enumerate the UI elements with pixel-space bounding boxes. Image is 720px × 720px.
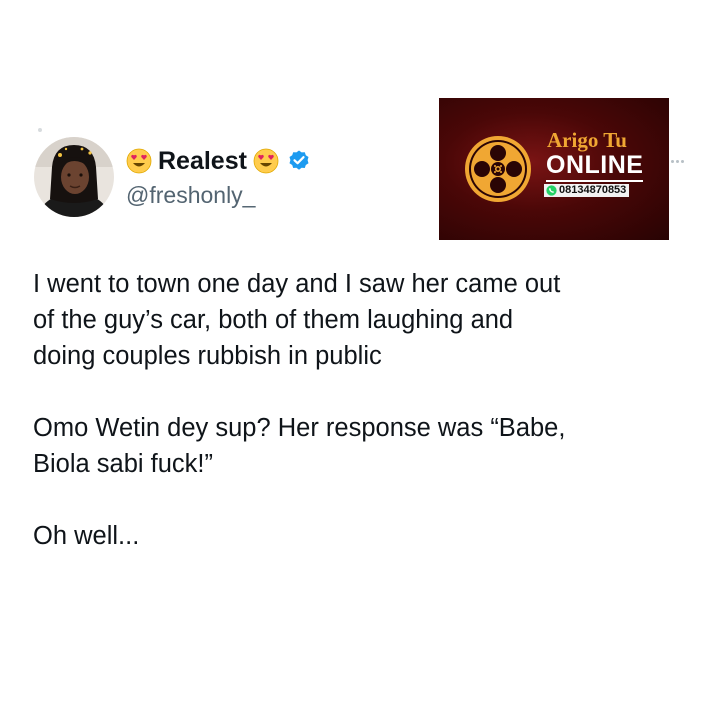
tweet-text: I went to town one day and I saw her cam… [33,266,693,590]
heart-eyes-emoji-icon [253,148,279,174]
more-options-dot [681,160,684,163]
user-handle[interactable]: @freshonly_ [126,182,255,209]
more-options-icon[interactable] [671,160,684,163]
ad-brand-name: Arigo Tu [547,128,627,152]
more-options-dot [676,160,679,163]
heart-eyes-emoji-icon [126,148,152,174]
ad-divider [546,180,643,182]
tweet-paragraph: Omo Wetin dey sup? Her response was “Bab… [33,414,566,478]
avatar[interactable] [34,137,114,217]
more-options-dot [671,160,674,163]
whatsapp-icon [546,185,557,196]
ad-tagline: ONLINE [546,151,644,179]
tweet-author-row[interactable]: Realest [126,145,311,177]
tweet-paragraph: I went to town one day and I saw her cam… [33,270,561,370]
tweet-paragraph: Oh well... [33,522,140,550]
ad-phone-number: 08134870853 [559,184,627,196]
display-name[interactable]: Realest [158,147,247,176]
avatar-photo [34,137,114,217]
verified-badge-icon [289,150,309,170]
film-reel-icon [465,136,531,202]
ad-banner[interactable]: Arigo Tu ONLINE 08134870853 [439,98,669,240]
decorative-dot [38,128,42,132]
ad-phone-badge: 08134870853 [544,184,630,197]
